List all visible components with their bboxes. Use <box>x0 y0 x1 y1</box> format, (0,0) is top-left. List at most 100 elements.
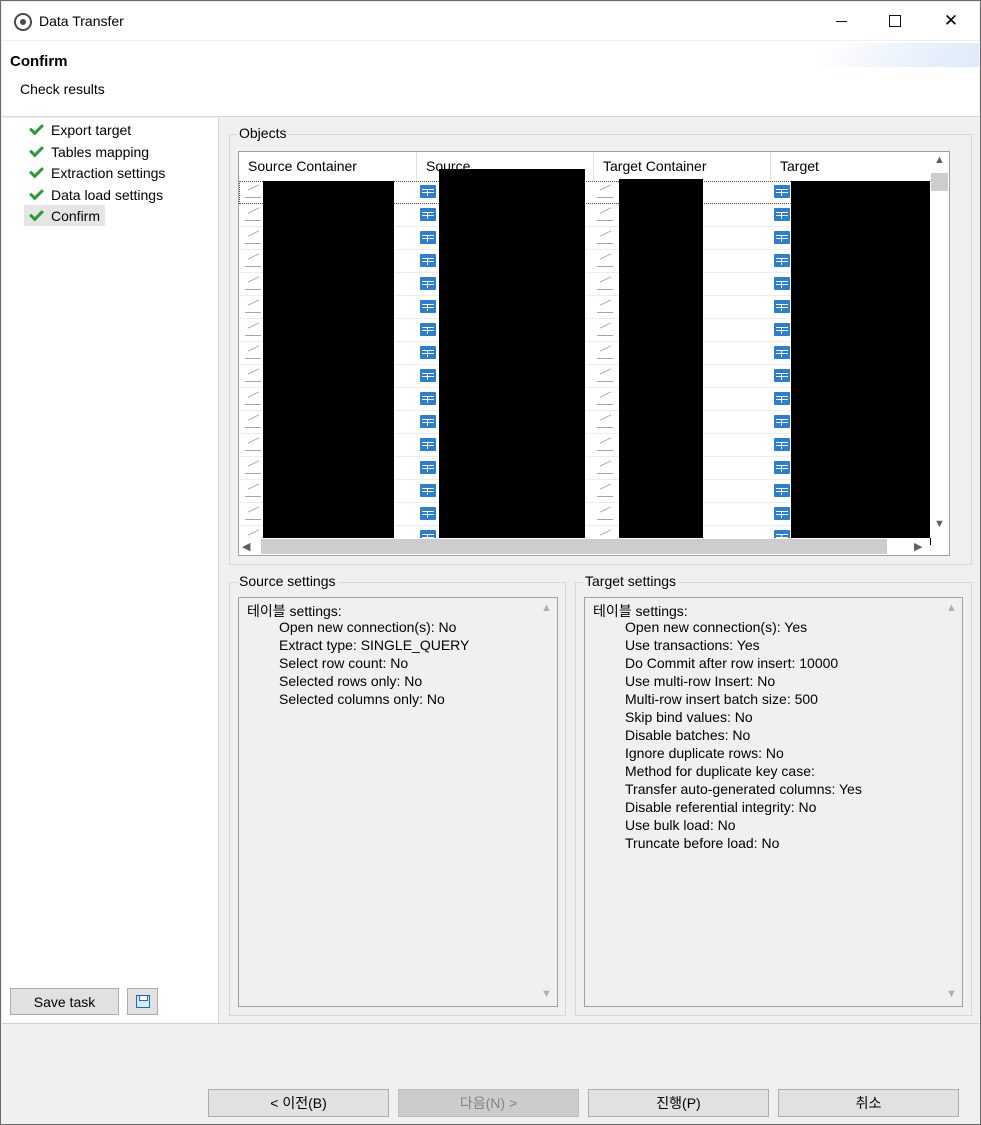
schema-icon <box>245 484 261 497</box>
table-icon <box>420 346 436 359</box>
window-title: Data Transfer <box>39 13 124 29</box>
schema-icon <box>597 438 613 451</box>
maximize-button[interactable] <box>868 3 922 39</box>
source-setting-line: Extract type: SINGLE_QUERY <box>279 637 470 653</box>
schema-icon <box>245 507 261 520</box>
check-icon <box>28 144 44 160</box>
back-button[interactable]: < 이전(B) <box>208 1089 389 1117</box>
save-icon <box>135 995 150 1008</box>
target-setting-line: Ignore duplicate rows: No <box>625 745 784 761</box>
minimize-button[interactable] <box>814 3 868 39</box>
schema-icon <box>597 300 613 313</box>
table-icon <box>774 415 790 428</box>
target-setting-line: Method for duplicate key case: <box>625 763 815 779</box>
step-label: Export target <box>51 121 132 138</box>
schema-icon <box>597 484 613 497</box>
column-header-target[interactable]: Target <box>771 152 931 180</box>
scroll-up-icon[interactable]: ▲ <box>541 602 552 614</box>
scroll-left-icon[interactable]: ◀ <box>242 540 250 553</box>
schema-icon <box>597 277 613 290</box>
schema-icon <box>245 438 261 451</box>
table-icon <box>774 461 790 474</box>
source-settings-text[interactable]: 테이블 settings: Open new connection(s): No… <box>238 597 558 1007</box>
cancel-button[interactable]: 취소 <box>778 1089 959 1117</box>
scrollbar-thumb[interactable] <box>931 173 948 191</box>
wizard-banner: Confirm Check results <box>2 41 979 117</box>
data-transfer-window: Data Transfer Confirm Check results Expo… <box>0 0 981 1125</box>
schema-icon <box>245 392 261 405</box>
table-icon <box>420 392 436 405</box>
table-icon <box>774 438 790 451</box>
schema-icon <box>245 323 261 336</box>
schema-icon <box>245 185 261 198</box>
save-task-button[interactable]: Save task <box>10 988 119 1015</box>
schema-icon <box>597 392 613 405</box>
table-icon <box>420 254 436 267</box>
objects-horizontal-scrollbar[interactable]: ◀ ▶ <box>239 538 930 555</box>
objects-vertical-scrollbar[interactable]: ▲ ▼ <box>930 152 949 538</box>
table-icon <box>774 346 790 359</box>
target-settings-header: 테이블 settings: <box>593 603 688 619</box>
schema-icon <box>597 231 613 244</box>
schema-icon <box>245 346 261 359</box>
table-icon <box>774 484 790 497</box>
scroll-down-icon[interactable]: ▼ <box>946 988 957 1000</box>
table-icon <box>774 323 790 336</box>
step-data-load-settings[interactable]: Data load settings <box>24 184 168 205</box>
table-icon <box>420 300 436 313</box>
scroll-down-icon[interactable]: ▼ <box>934 518 945 530</box>
schema-icon <box>245 300 261 313</box>
schema-icon <box>597 346 613 359</box>
target-setting-line: Disable referential integrity: No <box>625 799 817 815</box>
step-confirm[interactable]: Confirm <box>24 205 106 226</box>
step-extraction-settings[interactable]: Extraction settings <box>24 162 170 183</box>
scroll-up-icon[interactable]: ▲ <box>946 602 957 614</box>
scroll-down-icon[interactable]: ▼ <box>541 988 552 1000</box>
table-icon <box>420 323 436 336</box>
schema-icon <box>597 323 613 336</box>
step-export-target[interactable]: Export target <box>24 119 136 140</box>
table-icon <box>420 507 436 520</box>
target-setting-line: Open new connection(s): Yes <box>625 619 808 635</box>
table-icon <box>420 415 436 428</box>
source-settings-label: Source settings <box>237 573 338 589</box>
table-icon <box>774 231 790 244</box>
column-header-source-container[interactable]: Source Container <box>239 152 417 180</box>
redacted-area <box>791 181 931 545</box>
scroll-right-icon[interactable]: ▶ <box>914 540 922 553</box>
schema-icon <box>597 415 613 428</box>
schema-icon <box>597 185 613 198</box>
source-setting-line: Selected rows only: No <box>279 673 423 689</box>
table-icon <box>774 392 790 405</box>
step-label: Tables mapping <box>51 143 150 160</box>
source-setting-line: Select row count: No <box>279 655 409 671</box>
schema-icon <box>597 369 613 382</box>
app-icon <box>14 13 32 31</box>
close-button[interactable] <box>924 3 978 39</box>
target-setting-line: Use transactions: Yes <box>625 637 760 653</box>
redacted-area <box>439 169 585 541</box>
table-icon <box>774 507 790 520</box>
redacted-area <box>619 179 703 539</box>
target-settings-text[interactable]: 테이블 settings: Open new connection(s): Ye… <box>584 597 963 1007</box>
target-setting-line: Do Commit after row insert: 10000 <box>625 655 839 671</box>
table-icon <box>774 208 790 221</box>
table-icon <box>420 185 436 198</box>
proceed-button[interactable]: 진행(P) <box>588 1089 769 1117</box>
column-header-target-container[interactable]: Target Container <box>594 152 771 180</box>
step-tables-mapping[interactable]: Tables mapping <box>24 141 154 162</box>
check-icon <box>28 208 44 224</box>
save-task-icon-button[interactable] <box>127 988 158 1015</box>
schema-icon <box>597 208 613 221</box>
check-icon <box>28 165 44 181</box>
banner-decoration <box>812 43 979 67</box>
next-button[interactable]: 다음(N) > <box>398 1089 579 1117</box>
schema-icon <box>245 277 261 290</box>
table-icon <box>420 208 436 221</box>
scrollbar-thumb[interactable] <box>261 539 887 554</box>
target-setting-line: Use bulk load: No <box>625 817 736 833</box>
table-icon <box>774 185 790 198</box>
scroll-up-icon[interactable]: ▲ <box>934 154 945 166</box>
table-icon <box>420 369 436 382</box>
source-setting-line: Open new connection(s): No <box>279 619 457 635</box>
